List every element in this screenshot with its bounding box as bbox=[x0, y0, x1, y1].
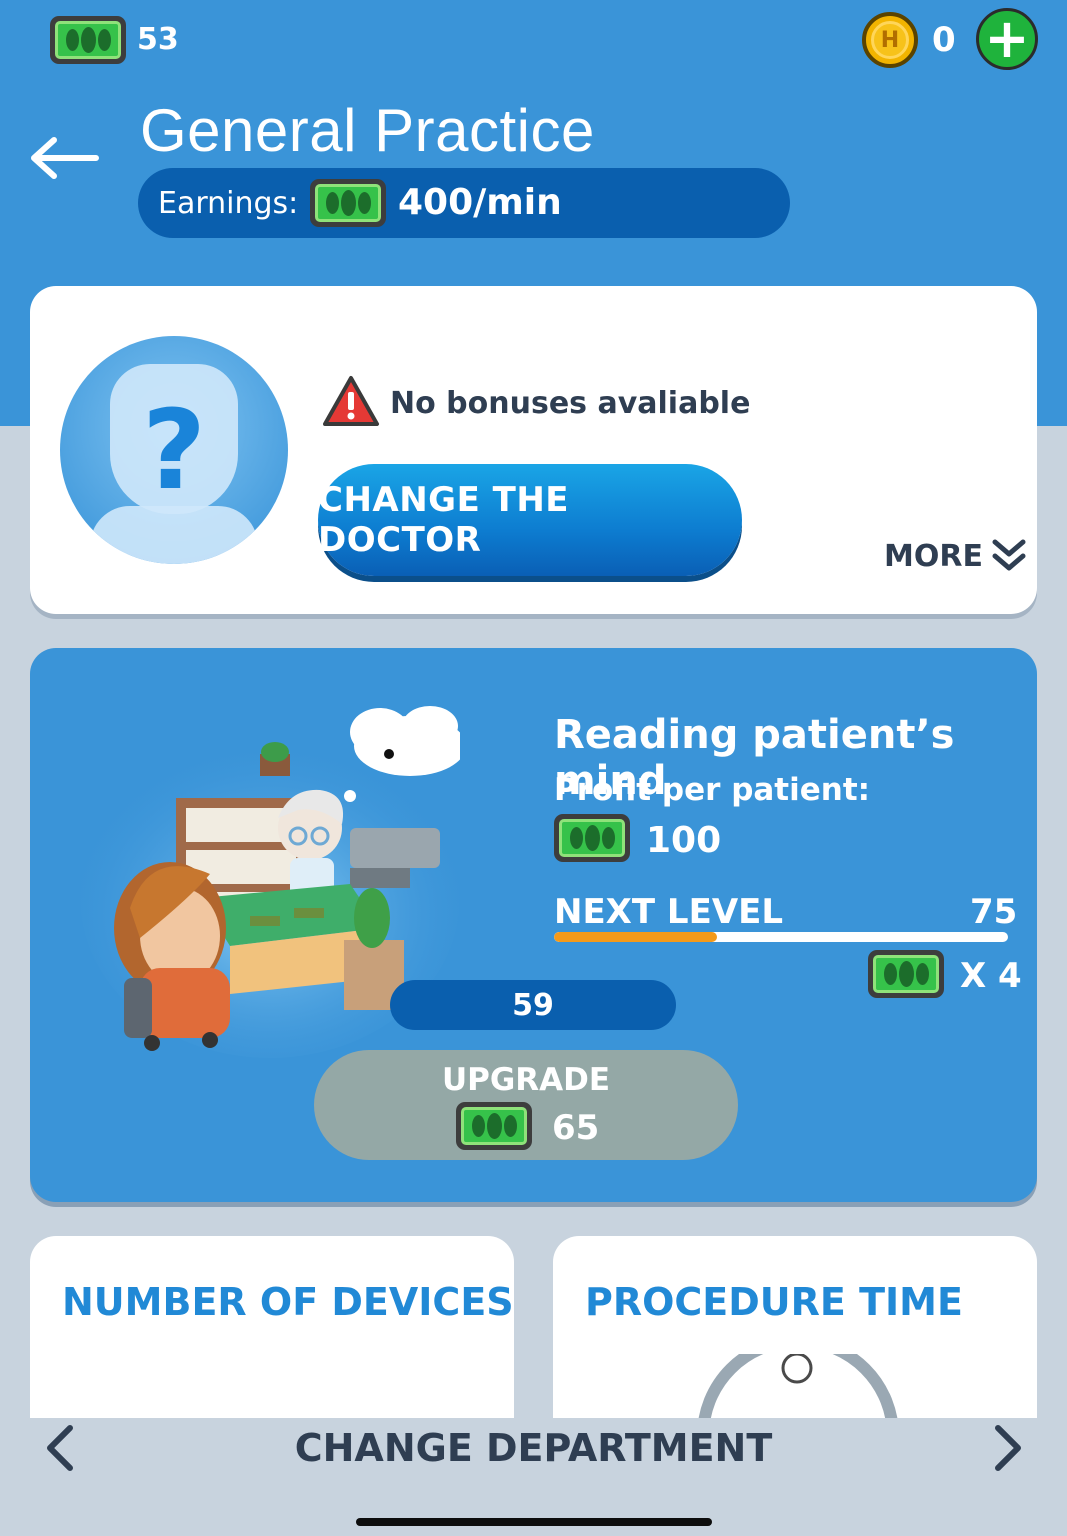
warning-triangle-icon bbox=[323, 376, 379, 426]
doctor-card: ? No bonuses avaliable CHANGE THE DOCTOR… bbox=[30, 286, 1037, 614]
page-title: General Practice bbox=[140, 97, 595, 164]
cash-bill-icon bbox=[868, 950, 944, 998]
back-arrow-icon[interactable] bbox=[28, 120, 100, 192]
cash-bill-icon bbox=[554, 814, 630, 862]
upgrade-cost: 65 bbox=[552, 1108, 600, 1148]
profit-value: 100 bbox=[646, 820, 722, 861]
earnings-value: 400/min bbox=[398, 182, 562, 223]
next-level-value: 75 bbox=[970, 892, 1018, 932]
earnings-bar: Earnings: 400/min bbox=[138, 168, 790, 238]
double-chevron-down-icon bbox=[992, 539, 1026, 571]
cash-bill-icon bbox=[50, 16, 126, 64]
bonus-status-text: No bonuses avaliable bbox=[390, 386, 751, 421]
level-progress-fill bbox=[554, 932, 718, 942]
upgrade-button[interactable]: UPGRADE 65 bbox=[314, 1050, 738, 1160]
more-label: MORE bbox=[884, 538, 983, 574]
cash-count: 53 bbox=[137, 22, 179, 57]
chevron-right-icon[interactable] bbox=[990, 1424, 1026, 1472]
profit-multiplier: X 4 bbox=[960, 956, 1022, 996]
coin-letter: H bbox=[871, 21, 909, 59]
coin-count: 0 bbox=[932, 20, 956, 60]
device-slots-icon bbox=[88, 1422, 457, 1436]
plus-icon: + bbox=[984, 7, 1030, 70]
level-progress-bar bbox=[554, 932, 1008, 942]
patient-count-pill: 59 bbox=[390, 980, 676, 1030]
procedure-title: PROCEDURE TIME bbox=[585, 1280, 963, 1324]
number-of-devices-card[interactable]: NUMBER OF DEVICES bbox=[30, 1236, 514, 1436]
procedure-time-card[interactable]: PROCEDURE TIME bbox=[553, 1236, 1037, 1436]
next-level-label: NEXT LEVEL bbox=[554, 892, 784, 932]
change-department-label: CHANGE DEPARTMENT bbox=[294, 1426, 773, 1470]
more-button[interactable]: MORE bbox=[884, 538, 1027, 574]
skill-card: Reading patient’s mind Profit per patien… bbox=[30, 648, 1037, 1202]
question-mark: ? bbox=[142, 386, 206, 514]
change-doctor-button[interactable]: CHANGE THE DOCTOR bbox=[318, 464, 742, 576]
cash-bill-icon bbox=[456, 1102, 532, 1150]
profit-label: Profit per patient: bbox=[554, 772, 871, 808]
unknown-doctor-icon[interactable]: ? bbox=[60, 336, 288, 564]
h-coin-icon: H bbox=[862, 12, 918, 68]
earnings-label: Earnings: bbox=[158, 186, 299, 221]
home-indicator bbox=[356, 1518, 712, 1526]
cash-bill-icon bbox=[310, 179, 386, 227]
add-coins-button[interactable]: + bbox=[976, 8, 1038, 70]
upgrade-label: UPGRADE bbox=[441, 1062, 611, 1098]
